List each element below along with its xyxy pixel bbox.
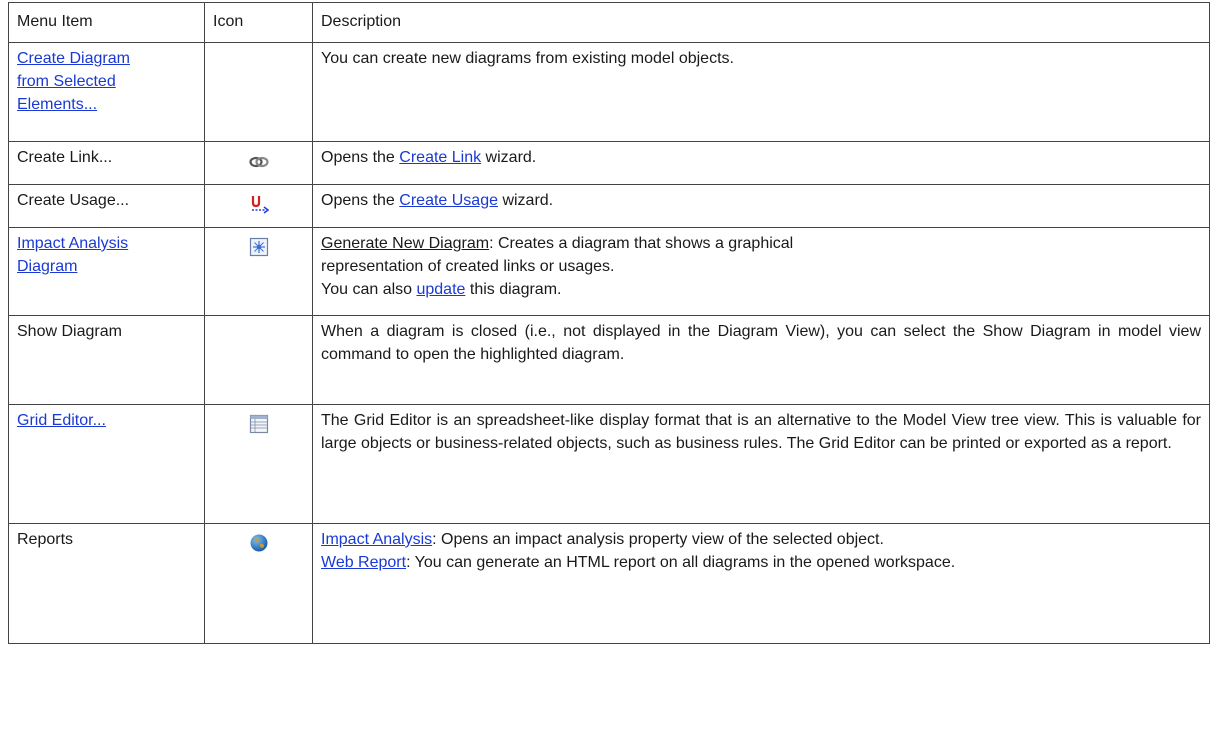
menu-items-table: Menu Item Icon Description Create Diagra… (8, 2, 1210, 644)
impact-analysis-link[interactable]: Impact Analysis (321, 531, 432, 548)
web-report-link[interactable]: Web Report (321, 554, 406, 571)
table-row: Create Diagram from Selected Elements...… (8, 42, 1210, 142)
icon-cell (204, 42, 313, 142)
icon-cell (204, 141, 313, 185)
header-description: Description (312, 2, 1210, 43)
impact-analysis-diagram-link[interactable]: Impact Analysis Diagram (17, 232, 196, 278)
description-cell: Impact Analysis: Opens an impact analysi… (312, 523, 1210, 644)
table-row: Create Usage... Opens the Create Usage w… (8, 184, 1210, 228)
create-link-link[interactable]: Create Link (399, 149, 481, 166)
update-link[interactable]: update (416, 281, 465, 298)
description-cell: When a diagram is closed (i.e., not disp… (312, 315, 1210, 405)
icon-cell (204, 315, 313, 405)
icon-cell (204, 523, 313, 644)
link-icon (248, 151, 269, 171)
table-row: Show Diagram When a diagram is closed (i… (8, 315, 1210, 405)
table-row: Create Link... Opens the Create Link wiz… (8, 141, 1210, 185)
menu-item-cell: Grid Editor... (8, 404, 205, 524)
create-diagram-link[interactable]: Create Diagram from Selected Elements... (17, 47, 196, 116)
grid-editor-link[interactable]: Grid Editor... (17, 412, 106, 429)
create-usage-link[interactable]: Create Usage (399, 192, 498, 209)
menu-item-cell: Reports (8, 523, 205, 644)
menu-item-cell: Impact Analysis Diagram (8, 227, 205, 316)
description-cell: The Grid Editor is an spreadsheet-like d… (312, 404, 1210, 524)
table-row: Impact Analysis Diagram Generate New Dia… (8, 227, 1210, 316)
icon-cell (204, 404, 313, 524)
icon-cell (204, 184, 313, 228)
menu-item-cell: Create Diagram from Selected Elements... (8, 42, 205, 142)
impact-diagram-icon (249, 237, 269, 257)
description-cell: Opens the Create Usage wizard. (312, 184, 1210, 228)
header-icon: Icon (204, 2, 313, 43)
table-header-row: Menu Item Icon Description (8, 2, 1210, 43)
menu-item-cell: Show Diagram (8, 315, 205, 405)
description-cell: Generate New Diagram: Creates a diagram … (312, 227, 1210, 316)
menu-item-cell: Create Link... (8, 141, 205, 185)
header-menu-item: Menu Item (8, 2, 205, 43)
menu-item-cell: Create Usage... (8, 184, 205, 228)
usage-icon (249, 194, 269, 214)
generate-new-diagram-label: Generate New Diagram (321, 235, 490, 252)
table-row: Reports Impact Analysis: Opens an impact… (8, 523, 1210, 644)
globe-icon (249, 533, 269, 553)
description-cell: You can create new diagrams from existin… (312, 42, 1210, 142)
grid-editor-icon (249, 414, 269, 434)
description-cell: Opens the Create Link wizard. (312, 141, 1210, 185)
icon-cell (204, 227, 313, 316)
table-row: Grid Editor... The Grid Editor is an spr… (8, 404, 1210, 524)
